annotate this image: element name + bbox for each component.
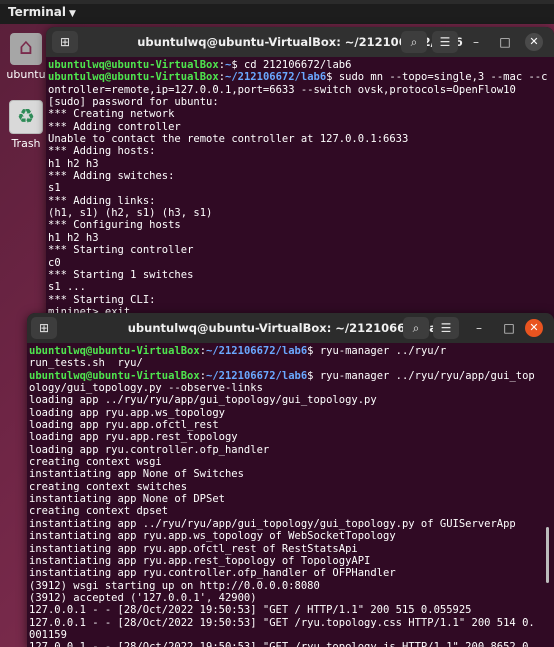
- terminal-line: instantiating app None of DPSet: [29, 493, 225, 506]
- prompt-user: ubuntulwq@ubuntu-VirtualBox: [48, 59, 219, 71]
- minimize-icon[interactable]: –: [466, 32, 486, 52]
- command-text: $ cd 212106672/lab6: [231, 59, 352, 71]
- terminal-line: ubuntulwq@ubuntu-VirtualBox:~/212106672/…: [29, 370, 538, 395]
- close-icon[interactable]: ✕: [525, 319, 543, 337]
- terminal-line: creating context dpset: [29, 505, 169, 518]
- minimize-icon[interactable]: –: [469, 318, 489, 338]
- terminal-line: s1 ...: [48, 281, 86, 294]
- desktop-item-label: Trash: [11, 137, 41, 150]
- terminal-line: s1: [48, 182, 61, 195]
- terminal-line: *** Starting controller: [48, 244, 194, 257]
- terminal-line: instantiating app ryu.app.rest_topology …: [29, 554, 371, 567]
- maximize-icon[interactable]: □: [495, 32, 515, 52]
- terminal-line: *** Adding hosts:: [48, 145, 156, 158]
- terminal-line: 127.0.0.1 - - [28/Oct/2022 19:50:53] "GE…: [29, 616, 535, 641]
- terminal-line: (3912) accepted ('127.0.0.1', 42900): [29, 591, 257, 604]
- terminal-line: loading app ryu.app.ws_topology: [29, 406, 225, 419]
- terminal-line: loading app ryu.controller.ofp_handler: [29, 443, 270, 456]
- terminal-line: *** Creating network: [48, 108, 175, 121]
- terminal-line: run_tests.sh ryu/: [29, 357, 143, 370]
- terminal-window-back[interactable]: ⊞ ubuntulwq@ubuntu-VirtualBox: ~/2121066…: [46, 27, 554, 327]
- hamburger-menu-icon[interactable]: ☰: [432, 31, 458, 53]
- terminal-line: instantiating app ../ryu/ryu/app/gui_top…: [29, 517, 516, 530]
- terminal-line: 127.0.0.1 - - [28/Oct/2022 19:50:53] "GE…: [29, 604, 472, 617]
- close-icon[interactable]: ✕: [525, 33, 543, 51]
- terminal-line: instantiating app None of Switches: [29, 468, 244, 481]
- terminal-line: loading app ../ryu/ryu/app/gui_topology/…: [29, 394, 377, 407]
- terminal-line: ubuntulwq@ubuntu-VirtualBox:~$ cd 212106…: [48, 59, 550, 71]
- desktop-item-home[interactable]: ubuntu: [6, 33, 46, 81]
- terminal-line: creating context wsgi: [29, 456, 162, 469]
- terminal-line: h1 h2 h3: [48, 157, 99, 170]
- prompt-path: ~/212106672/lab6: [206, 369, 308, 382]
- search-icon[interactable]: ⌕: [401, 31, 427, 53]
- prompt-user: ubuntulwq@ubuntu-VirtualBox: [29, 369, 200, 382]
- terminal-output[interactable]: ubuntulwq@ubuntu-VirtualBox:~/212106672/…: [27, 343, 554, 647]
- title-bar[interactable]: ⊞ ubuntulwq@ubuntu-VirtualBox: ~/2121066…: [27, 313, 554, 343]
- desktop-item-label: ubuntu: [6, 68, 46, 81]
- command-text: $ ryu-manager ../ryu/r: [307, 345, 447, 357]
- top-strip: [0, 0, 554, 4]
- terminal-line: *** Adding links:: [48, 194, 156, 207]
- terminal-line: Unable to contact the remote controller …: [48, 133, 409, 146]
- terminal-line: loading app ryu.app.ofctl_rest: [29, 419, 219, 432]
- desktop-item-trash[interactable]: Trash: [6, 100, 46, 150]
- terminal-line: ubuntulwq@ubuntu-VirtualBox:~/212106672/…: [29, 345, 538, 357]
- terminal-line: h1 h2 h3: [48, 231, 99, 244]
- terminal-line: loading app ryu.app.rest_topology: [29, 431, 238, 444]
- terminal-line: c0: [48, 256, 61, 269]
- prompt-user: ubuntulwq@ubuntu-VirtualBox: [48, 71, 219, 84]
- terminal-line: (3912) wsgi starting up on http://0.0.0.…: [29, 579, 320, 592]
- terminal-line: (h1, s1) (h2, s1) (h3, s1): [48, 207, 213, 220]
- terminal-line: *** Starting 1 switches: [48, 268, 194, 281]
- terminal-line: [sudo] password for ubuntu:: [48, 96, 219, 109]
- terminal-line: 127.0.0.1 - - [28/Oct/2022 19:50:53] "GE…: [29, 641, 538, 647]
- prompt-path: ~/212106672/lab6: [225, 71, 327, 84]
- terminal-line: *** Starting CLI:: [48, 293, 156, 306]
- prompt-user: ubuntulwq@ubuntu-VirtualBox: [29, 345, 200, 357]
- terminal-line: creating context switches: [29, 480, 188, 493]
- terminal-line: *** Adding switches:: [48, 170, 175, 183]
- chevron-down-icon: ▼: [69, 9, 76, 19]
- scrollbar[interactable]: [546, 527, 549, 583]
- terminal-line: instantiating app ryu.controller.ofp_han…: [29, 567, 396, 580]
- title-bar[interactable]: ⊞ ubuntulwq@ubuntu-VirtualBox: ~/2121066…: [46, 27, 554, 57]
- terminal-output[interactable]: ubuntulwq@ubuntu-VirtualBox:~$ cd 212106…: [46, 57, 554, 318]
- terminal-line: instantiating app ryu.app.ofctl_rest of …: [29, 542, 358, 555]
- terminal-line: *** Configuring hosts: [48, 219, 181, 232]
- terminal-line: instantiating app ryu.app.ws_topology of…: [29, 530, 396, 543]
- hamburger-menu-icon[interactable]: ☰: [433, 317, 459, 339]
- home-folder-icon: [10, 33, 42, 65]
- app-menu[interactable]: Terminal ▼: [8, 5, 76, 19]
- terminal-line: ubuntulwq@ubuntu-VirtualBox:~/212106672/…: [48, 71, 550, 96]
- search-icon[interactable]: ⌕: [403, 317, 429, 339]
- top-bar: Terminal ▼: [0, 0, 554, 24]
- prompt-path: ~/212106672/lab6: [206, 345, 308, 357]
- terminal-window-front[interactable]: ⊞ ubuntulwq@ubuntu-VirtualBox: ~/2121066…: [27, 313, 554, 647]
- trash-icon: [9, 100, 43, 134]
- terminal-line: *** Adding controller: [48, 120, 181, 133]
- app-menu-label: Terminal: [8, 5, 67, 19]
- maximize-icon[interactable]: □: [499, 318, 519, 338]
